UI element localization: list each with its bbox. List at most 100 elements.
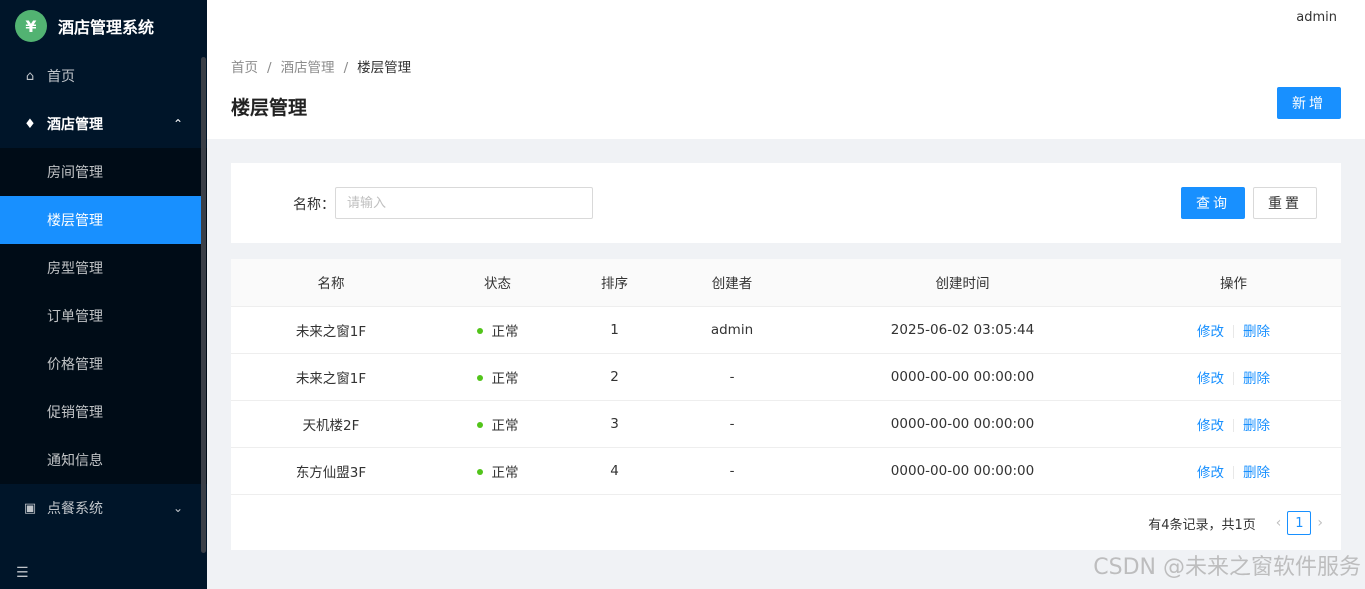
divider	[1233, 372, 1234, 385]
cell-created: 2025-06-02 03:05:44	[799, 306, 1126, 354]
status-text: 正常	[491, 417, 519, 434]
edit-link[interactable]: 修改	[1197, 371, 1224, 387]
add-button[interactable]: 新增	[1277, 87, 1341, 119]
prev-page-icon[interactable]: ‹	[1276, 515, 1282, 531]
table-row: 东方仙盟3F 正常 4 - 0000-00-00 00:00:00 修改 删除	[231, 447, 1341, 495]
cell-order: 3	[564, 400, 665, 448]
search-form: 名称： 查询 重置	[231, 163, 1341, 243]
name-search-input[interactable]	[335, 187, 593, 219]
column-header-status: 状态	[431, 259, 564, 307]
money-bag-icon: ¥	[15, 10, 47, 42]
breadcrumb-separator: /	[267, 60, 272, 76]
column-header-actions: 操作	[1126, 259, 1341, 307]
cell-creator: -	[665, 400, 799, 448]
status-dot	[476, 468, 483, 475]
chevron-down-icon: ⌄	[172, 501, 183, 515]
status-dot	[476, 421, 483, 428]
diamond-icon: ♦	[24, 116, 36, 132]
cell-name: 东方仙盟3F	[231, 447, 431, 495]
cell-name: 未来之窗1F	[231, 353, 431, 401]
divider	[1233, 466, 1234, 479]
user-menu[interactable]: admin	[1296, 10, 1337, 25]
floor-table: 名称 状态 排序 创建者 创建时间 操作 未来之窗1F 正常 1 admin 2…	[231, 259, 1341, 495]
sidebar-item-hotel[interactable]: ♦ 酒店管理 ⌃	[0, 100, 207, 148]
page-number[interactable]: 1	[1287, 511, 1312, 535]
reset-button[interactable]: 重置	[1253, 187, 1317, 219]
sidebar-item-floors[interactable]: 楼层管理	[0, 196, 201, 244]
column-header-created: 创建时间	[799, 259, 1126, 307]
delete-link[interactable]: 删除	[1243, 418, 1270, 434]
sidebar-item-room-types[interactable]: 房型管理	[0, 244, 201, 292]
sidebar-item-dining[interactable]: ▣ 点餐系统 ⌄	[0, 484, 207, 532]
cell-actions: 修改 删除	[1126, 400, 1341, 448]
breadcrumb: 首页 / 酒店管理 / 楼层管理	[231, 56, 411, 76]
cell-status: 正常	[431, 353, 564, 401]
cell-created: 0000-00-00 00:00:00	[799, 400, 1126, 448]
cell-creator: -	[665, 353, 799, 401]
cell-created: 0000-00-00 00:00:00	[799, 353, 1126, 401]
edit-link[interactable]: 修改	[1197, 418, 1224, 434]
cell-status: 正常	[431, 306, 564, 354]
table-row: 天机楼2F 正常 3 - 0000-00-00 00:00:00 修改 删除	[231, 400, 1341, 448]
watermark: CSDN @未来之窗软件服务	[1093, 555, 1361, 580]
sidebar-item-label: 首页	[47, 69, 75, 85]
cell-name: 未来之窗1F	[231, 306, 431, 354]
breadcrumb-home[interactable]: 首页	[231, 60, 258, 76]
delete-link[interactable]: 删除	[1243, 324, 1270, 340]
breadcrumb-separator: /	[343, 60, 349, 76]
sidebar-item-rooms[interactable]: 房间管理	[0, 148, 201, 196]
column-header-name: 名称	[231, 259, 431, 307]
status-text: 正常	[491, 323, 519, 340]
column-header-creator: 创建者	[665, 259, 799, 307]
sidebar-scrollbar[interactable]	[201, 57, 206, 553]
status-text: 正常	[491, 370, 519, 387]
cell-actions: 修改 删除	[1126, 353, 1341, 401]
table-header-row: 名称 状态 排序 创建者 创建时间 操作	[231, 259, 1341, 307]
cell-creator: admin	[665, 306, 799, 354]
cell-actions: 修改 删除	[1126, 306, 1341, 354]
cell-status: 正常	[431, 447, 564, 495]
edit-link[interactable]: 修改	[1197, 465, 1224, 481]
logo[interactable]: ¥ 酒店管理系统	[0, 0, 207, 52]
query-button[interactable]: 查询	[1181, 187, 1245, 219]
cell-actions: 修改 删除	[1126, 447, 1341, 495]
pagination: 有4条记录，共1页 ‹ 1 ›	[1148, 511, 1329, 535]
sidebar-item-notifications[interactable]: 通知信息	[0, 436, 201, 484]
next-page-icon[interactable]: ›	[1317, 515, 1323, 531]
app-title: 酒店管理系统	[58, 18, 155, 37]
sidebar-item-label: 点餐系统	[47, 501, 103, 517]
page-title: 楼层管理	[231, 97, 308, 119]
page-header: 首页 / 酒店管理 / 楼层管理 楼层管理 新增	[207, 41, 1365, 139]
breadcrumb-current: 楼层管理	[357, 60, 412, 76]
cell-order: 1	[564, 306, 665, 354]
sidebar: ¥ 酒店管理系统 ⌂ 首页 ♦ 酒店管理 ⌃ 房间管理 楼层管理 房型管理 订单…	[0, 0, 207, 589]
home-icon: ⌂	[25, 68, 35, 84]
sidebar-item-home[interactable]: ⌂ 首页	[0, 52, 207, 100]
divider	[1233, 325, 1234, 338]
cell-created: 0000-00-00 00:00:00	[799, 447, 1126, 495]
delete-link[interactable]: 删除	[1243, 371, 1270, 387]
delete-link[interactable]: 删除	[1243, 465, 1270, 481]
table-row: 未来之窗1F 正常 1 admin 2025-06-02 03:05:44 修改…	[231, 306, 1341, 354]
status-dot	[476, 327, 483, 334]
sidebar-item-label: 酒店管理	[47, 117, 103, 133]
cell-name: 天机楼2F	[231, 400, 431, 448]
breadcrumb-hotel[interactable]: 酒店管理	[281, 60, 335, 76]
cell-status: 正常	[431, 400, 564, 448]
cell-order: 4	[564, 447, 665, 495]
sidebar-item-prices[interactable]: 价格管理	[0, 340, 201, 388]
edit-link[interactable]: 修改	[1197, 324, 1224, 340]
menu-fold-icon[interactable]: ☰	[16, 565, 29, 581]
table-row: 未来之窗1F 正常 2 - 0000-00-00 00:00:00 修改 删除	[231, 353, 1341, 401]
column-header-order: 排序	[564, 259, 665, 307]
cell-order: 2	[564, 353, 665, 401]
hotel-submenu: 房间管理 楼层管理 房型管理 订单管理 价格管理 促销管理 通知信息	[0, 148, 207, 484]
table-card: 名称 状态 排序 创建者 创建时间 操作 未来之窗1F 正常 1 admin 2…	[231, 259, 1341, 550]
sidebar-item-orders[interactable]: 订单管理	[0, 292, 201, 340]
status-text: 正常	[491, 464, 519, 481]
cell-creator: -	[665, 447, 799, 495]
sidebar-item-promotions[interactable]: 促销管理	[0, 388, 201, 436]
name-label: 名称：	[293, 197, 335, 213]
chevron-up-icon: ⌃	[172, 117, 183, 131]
top-header: admin	[207, 0, 1365, 41]
